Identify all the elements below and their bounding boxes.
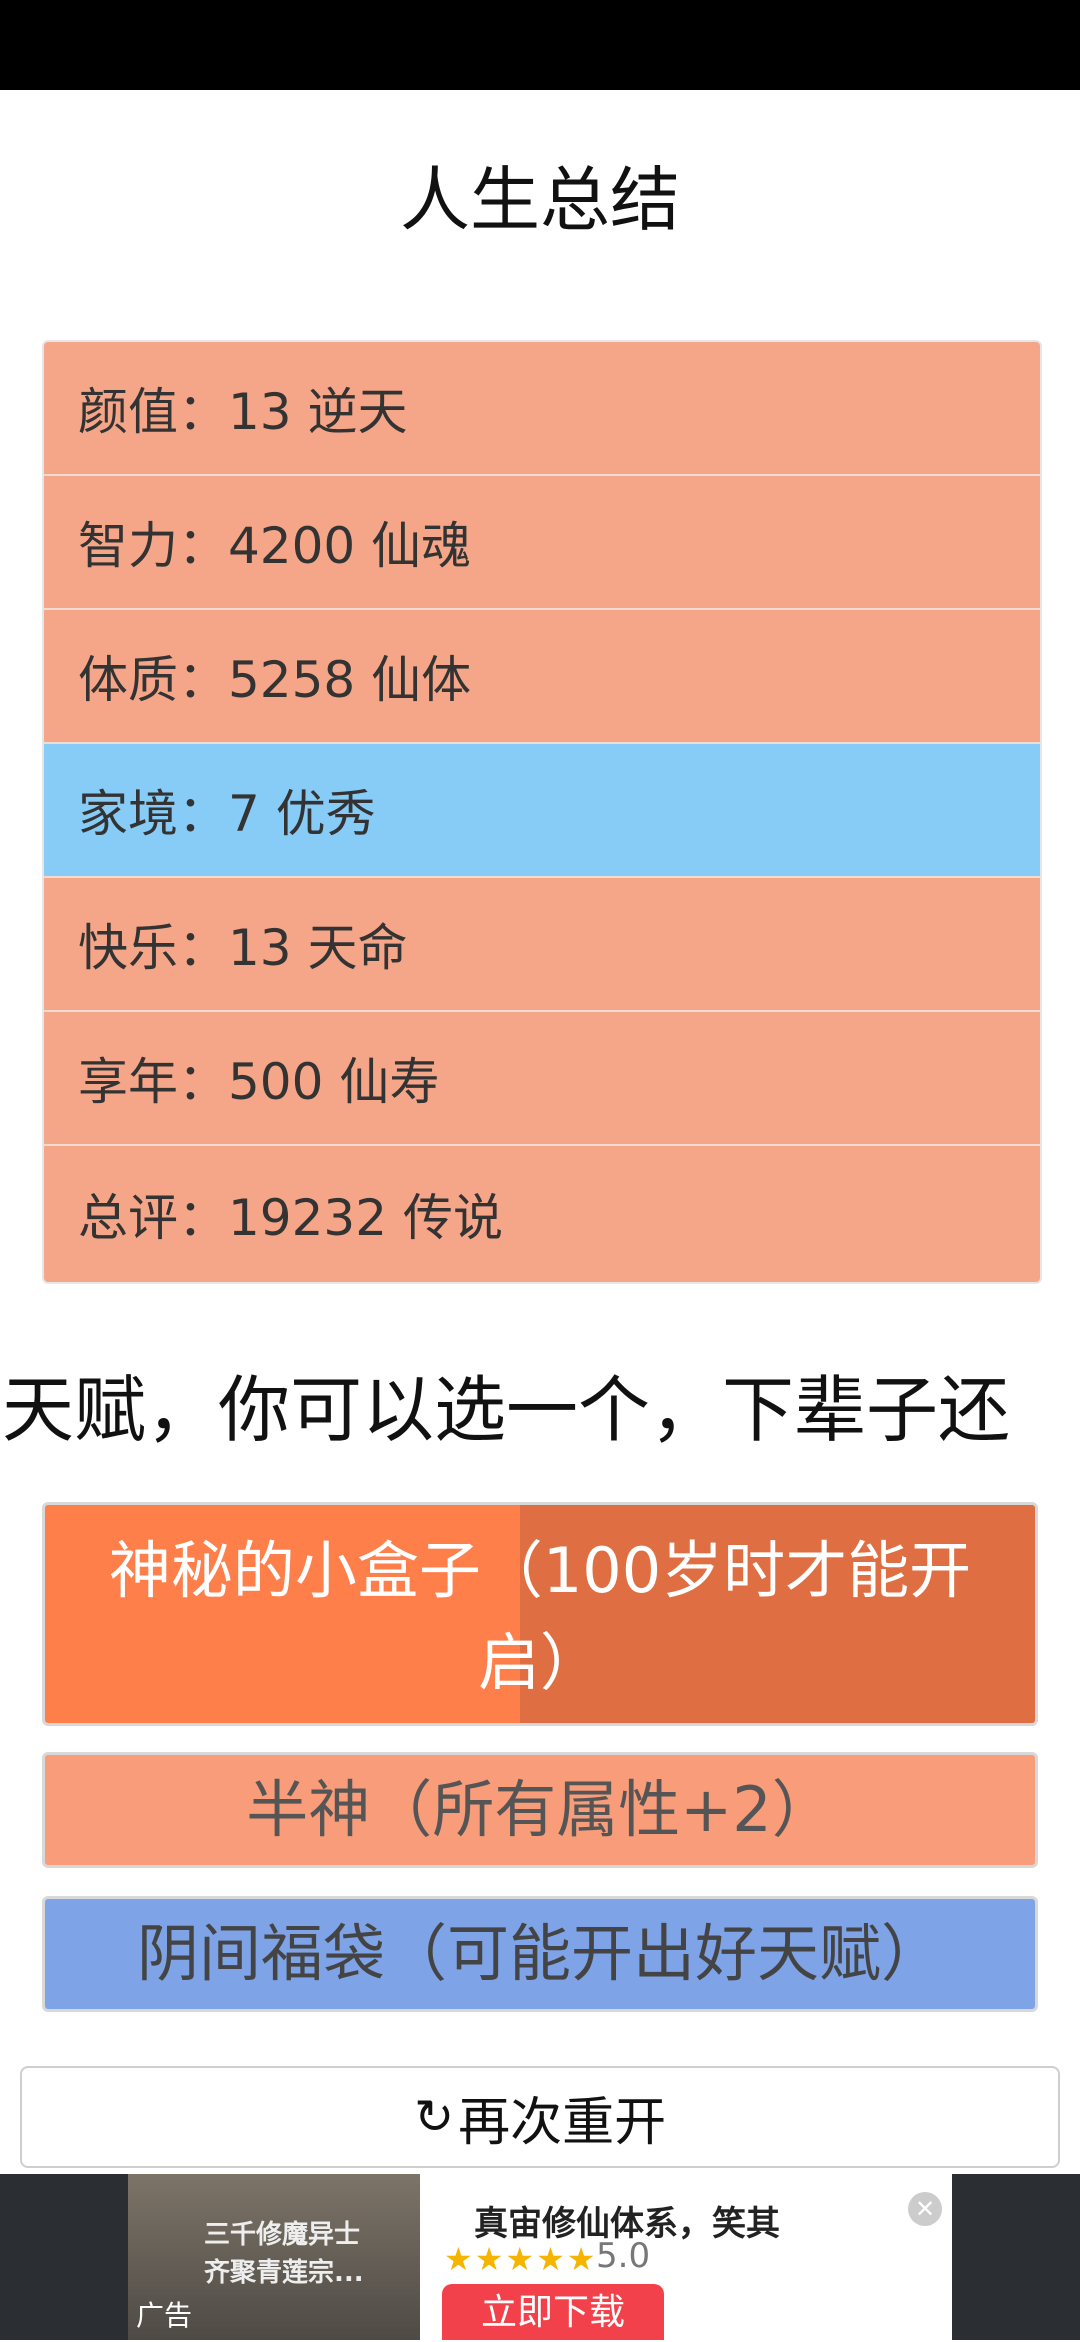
star-rating-icon: ★★★★★	[444, 2240, 598, 2278]
ad-card[interactable]: 真宙修仙体系，笑其 ✕ ★★★★★ 5.0 立即下载	[420, 2174, 952, 2340]
stat-row-family: 家境：7 优秀	[44, 744, 1040, 878]
talent-prompt-text: 天赋，你可以选一个，下辈子还	[2, 1368, 1011, 1452]
ad-thumbnail[interactable]: 三千修魔异士 齐聚青莲宗... 广告	[128, 2174, 420, 2340]
ad-title: 真宙修仙体系，笑其	[474, 2204, 780, 2244]
talent-label: 神秘的小盒子（100岁时才能开启）	[108, 1534, 972, 1699]
ad-rating: 5.0	[596, 2236, 651, 2276]
ad-banner[interactable]: 三千修魔异士 齐聚青莲宗... 广告 真宙修仙体系，笑其 ✕ ★★★★★ 5.0…	[0, 2174, 1080, 2340]
stat-row-lifespan: 享年：500 仙寿	[44, 1012, 1040, 1146]
refresh-icon: ↻	[413, 2089, 455, 2145]
close-icon[interactable]: ✕	[908, 2192, 942, 2226]
stat-row-constitution: 体质：5258 仙体	[44, 610, 1040, 744]
page-title: 人生总结	[400, 159, 680, 241]
talent-option-demigod[interactable]: 半神（所有属性+2）	[42, 1752, 1038, 1868]
restart-button-label: 再次重开	[458, 2092, 667, 2153]
restart-button[interactable]: ↻ 再次重开	[20, 2066, 1060, 2168]
stat-row-happiness: 快乐：13 天命	[44, 878, 1040, 1012]
ad-thumb-line2: 齐聚青莲宗...	[204, 2258, 364, 2288]
ad-tag: 广告	[136, 2299, 193, 2332]
stat-row-intelligence: 智力：4200 仙魂	[44, 476, 1040, 610]
talent-option-mystery-box[interactable]: 神秘的小盒子（100岁时才能开启）	[42, 1502, 1038, 1726]
download-button[interactable]: 立即下载	[442, 2284, 664, 2340]
stats-list: 颜值：13 逆天 智力：4200 仙魂 体质：5258 仙体 家境：7 优秀 快…	[42, 340, 1042, 1284]
ad-thumb-line1: 三千修魔异士	[204, 2220, 361, 2250]
stat-row-appearance: 颜值：13 逆天	[44, 342, 1040, 476]
talent-prompt: 天赋，你可以选一个，下辈子还	[0, 1360, 1080, 1460]
talent-option-underworld-bag[interactable]: 阴间福袋（可能开出好天赋）	[42, 1896, 1038, 2012]
status-bar	[0, 0, 1080, 90]
stat-row-overall: 总评：19232 传说	[44, 1146, 1040, 1282]
